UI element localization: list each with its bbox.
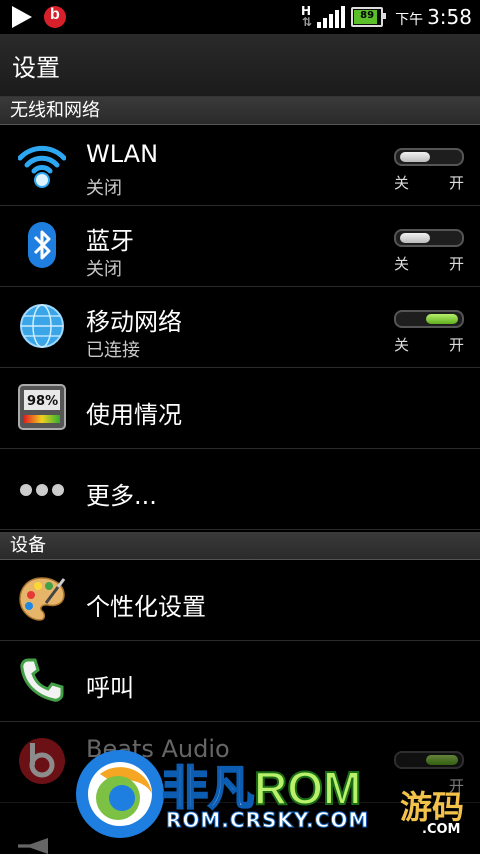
bluetooth-icon <box>18 221 66 269</box>
toggle-off-label: 关 <box>394 255 410 273</box>
mobile-network-status: 已连接 <box>86 340 140 361</box>
phone-icon <box>18 656 66 704</box>
watermark-name-part2: ROM <box>253 761 362 815</box>
svg-text:98%: 98% <box>27 394 58 409</box>
more-icon <box>18 464 66 512</box>
watermark-logo-icon <box>70 742 170 842</box>
toggle-off-label: 关 <box>394 174 410 192</box>
watermark-name-part1: 非凡 <box>161 761 255 815</box>
toggle-off-label: 关 <box>394 336 410 354</box>
personalize-label: 个性化设置 <box>86 593 206 621</box>
setting-item-more[interactable]: 更多... <box>0 450 480 530</box>
watermark: 非凡ROM ROM.CRSKY.COM 游码 .COM <box>70 742 480 853</box>
clock: 下午 3:58 <box>395 5 472 29</box>
battery-level: 89 <box>360 10 375 21</box>
play-icon <box>12 6 32 28</box>
toggle-on-label: 开 <box>448 174 464 192</box>
setting-item-data-usage[interactable]: 98% 使用情况 <box>0 369 480 449</box>
wlan-status: 关闭 <box>86 178 122 199</box>
network-type-icon: H ⇅ <box>301 4 312 29</box>
status-bar: H ⇅ 89 下午3:58 <box>0 0 480 34</box>
palette-icon <box>18 575 66 623</box>
sound-icon <box>18 838 48 854</box>
title-bar: 设置 <box>0 34 480 97</box>
wlan-label: WLAN <box>86 140 159 168</box>
call-label: 呼叫 <box>86 674 134 702</box>
toggle-on-label: 开 <box>448 336 464 354</box>
watermark-extra-domain: .COM <box>422 822 461 837</box>
mobile-network-label: 移动网络 <box>86 308 182 336</box>
toggle-on-label: 开 <box>448 255 464 273</box>
section-header-wireless: 无线和网络 <box>0 97 480 125</box>
section-header-device: 设备 <box>0 532 480 560</box>
battery-icon: 89 <box>351 7 387 27</box>
watermark-url: ROM.CRSKY.COM <box>165 808 370 833</box>
beats-notification-icon <box>44 6 66 28</box>
wifi-icon <box>17 140 67 188</box>
bluetooth-status: 关闭 <box>86 259 122 280</box>
signal-strength-icon <box>317 6 346 28</box>
data-usage-icon: 98% <box>18 383 66 431</box>
clock-period: 下午 <box>395 12 424 28</box>
setting-item-bluetooth[interactable]: 蓝牙 关闭 关 开 <box>0 207 480 287</box>
bluetooth-label: 蓝牙 <box>86 227 134 255</box>
setting-item-wlan[interactable]: WLAN 关闭 关 开 <box>0 126 480 206</box>
setting-item-personalize[interactable]: 个性化设置 <box>0 561 480 641</box>
page-title: 设置 <box>12 54 60 82</box>
clock-time: 3:58 <box>427 5 472 29</box>
more-label: 更多... <box>86 482 157 510</box>
beats-audio-icon <box>18 737 66 785</box>
setting-item-call[interactable]: 呼叫 <box>0 642 480 722</box>
data-usage-label: 使用情况 <box>86 401 182 429</box>
setting-item-mobile-network[interactable]: 移动网络 已连接 关 开 <box>0 288 480 368</box>
globe-icon <box>18 302 66 350</box>
